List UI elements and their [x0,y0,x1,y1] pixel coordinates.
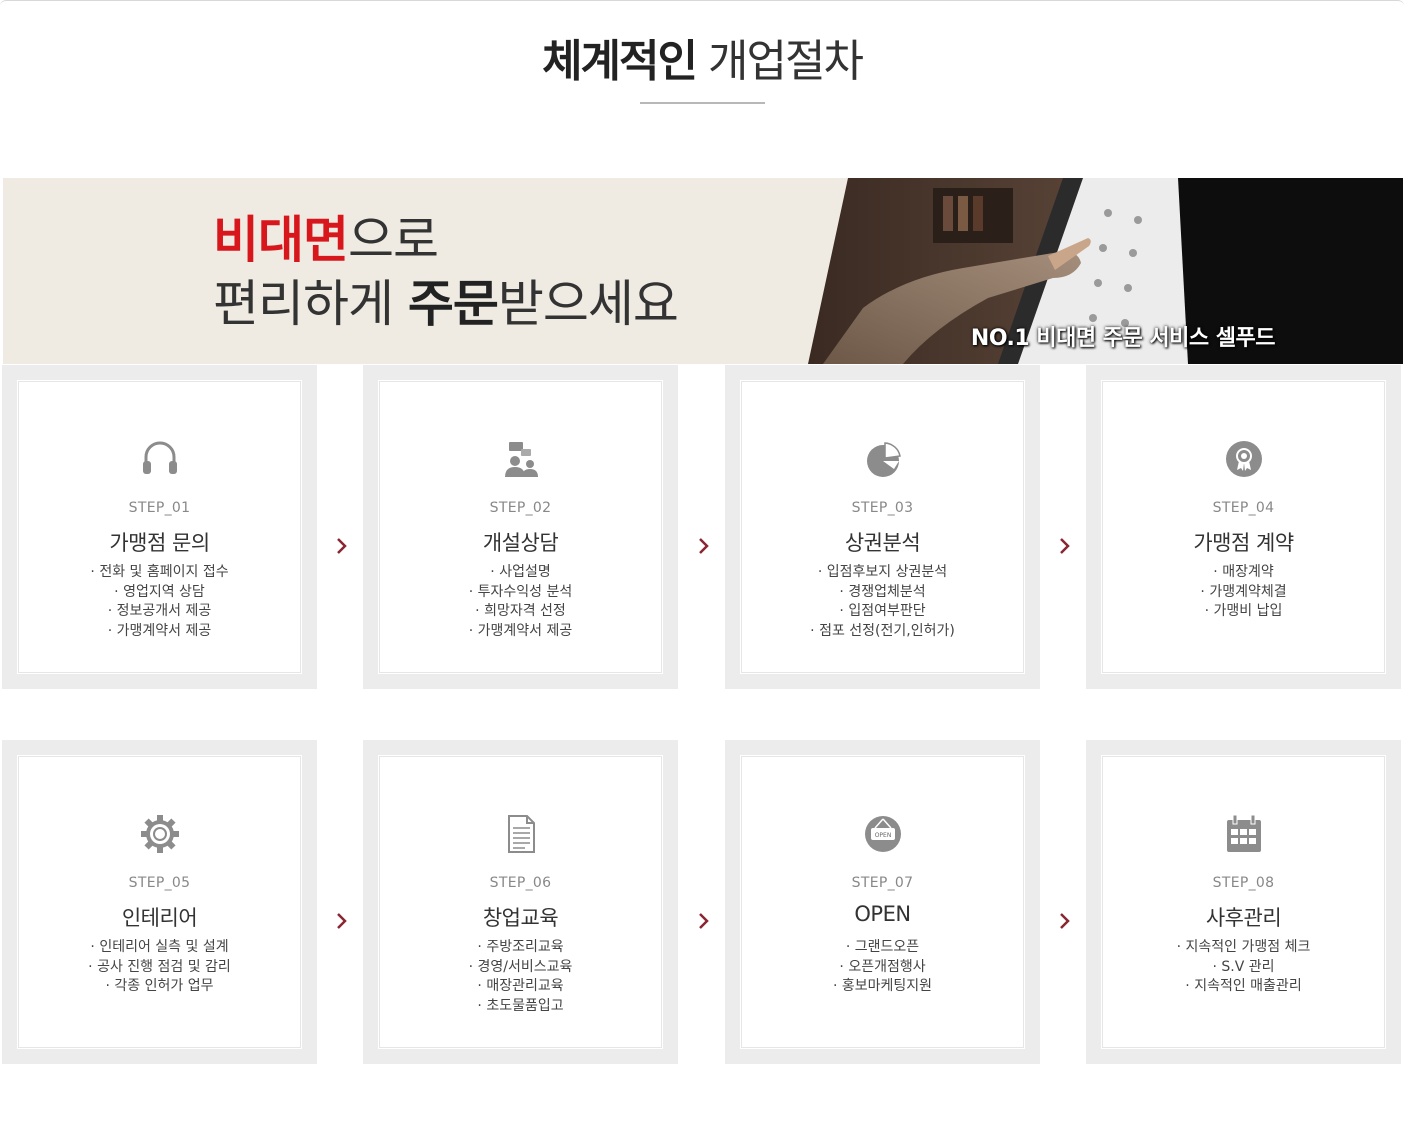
banner-line1-rest: 으로 [348,211,439,269]
step-title: 사후관리 [1205,906,1282,930]
promo-banner[interactable]: 비대면으로 편리하게 주문받으세요 NO.1 비대면 주문 서비스 셀푸드 [3,178,1403,364]
step-card-1: STEP_01 가맹점 문의전화 및 홈페이지 접수영업지역 상담정보공개서 제공… [2,365,317,689]
step-detail-item: 그랜드오픈 [742,938,1023,958]
banner-line2-a: 편리하게 [213,275,408,333]
chevron-right-icon [1059,912,1073,932]
calendar-icon [1224,814,1264,854]
step-details-list: 지속적인 가맹점 체크S.V 관리지속적인 매출관리 [1103,938,1384,997]
step-card-7: OPEN STEP_07 OPEN 그랜드오픈오픈개점행사홍보마케팅지원 [725,740,1040,1064]
chevron-right-icon [1059,537,1073,557]
step-card-5: STEP_05 인테리어인테리어 실측 및 설계공사 진행 점검 및 감리각종 인… [2,740,317,1064]
step-detail-item: 가맹비 납입 [1103,602,1384,622]
step-detail-item: 경쟁업체분석 [742,583,1023,603]
step-detail-item: 각종 인허가 업무 [19,977,300,997]
step-title: 상권분석 [844,531,921,555]
step-details-list: 인테리어 실측 및 설계공사 진행 점검 및 감리각종 인허가 업무 [19,938,300,997]
title-underline [640,102,765,104]
step-detail-item: 매장관리교육 [380,977,661,997]
pie-chart-icon [863,439,903,479]
open-sign-icon: OPEN [863,814,903,854]
step-card-2: STEP_02 개설상담사업설명투자수익성 분석희망자격 선정가맹계약서 제공 [363,365,678,689]
step-label: STEP_02 [489,500,552,516]
step-title: 인테리어 [121,906,198,930]
headphones-icon [140,439,180,479]
step-card-inner: STEP_01 가맹점 문의전화 및 홈페이지 접수영업지역 상담정보공개서 제공… [18,381,301,673]
step-detail-item: 정보공개서 제공 [19,602,300,622]
banner-line2-c: 받으세요 [497,275,679,333]
step-details-list: 주방조리교육경영/서비스교육매장관리교육초도물품입고 [380,938,661,1016]
step-title: OPEN [854,902,911,926]
step-title: 창업교육 [482,906,559,930]
banner-headline: 비대면으로 편리하게 주문받으세요 [213,208,679,336]
step-card-inner: STEP_02 개설상담사업설명투자수익성 분석희망자격 선정가맹계약서 제공 [379,381,662,673]
gear-icon [140,814,180,854]
step-card-3: STEP_03 상권분석입점후보지 상권분석경쟁업체분석입점여부판단점포 선정(전… [725,365,1040,689]
step-label: STEP_08 [1212,875,1275,891]
page-title: 체계적인 개업절차 [0,34,1404,90]
step-details-list: 전화 및 홈페이지 접수영업지역 상담정보공개서 제공가맹계약서 제공 [19,563,300,641]
step-title: 가맹점 문의 [109,531,210,555]
banner-line2-b: 주문 [407,275,499,333]
step-label: STEP_07 [851,875,914,891]
step-detail-item: 가맹계약서 제공 [380,622,661,642]
step-detail-item: 점포 선정(전기,인허가) [742,622,1023,642]
step-card-inner: OPEN STEP_07 OPEN 그랜드오픈오픈개점행사홍보마케팅지원 [741,756,1024,1048]
step-card-4: STEP_04 가맹점 계약매장계약가맹계약체결가맹비 납입 [1086,365,1401,689]
chevron-right-icon [698,912,712,932]
step-details-list: 입점후보지 상권분석경쟁업체분석입점여부판단점포 선정(전기,인허가) [742,563,1023,641]
step-detail-item: 초도물품입고 [380,997,661,1017]
chevron-right-icon [698,537,712,557]
step-card-inner: STEP_04 가맹점 계약매장계약가맹계약체결가맹비 납입 [1102,381,1385,673]
step-detail-item: 인테리어 실측 및 설계 [19,938,300,958]
consultation-icon [501,439,541,479]
step-card-inner: STEP_03 상권분석입점후보지 상권분석경쟁업체분석입점여부판단점포 선정(전… [741,381,1024,673]
step-card-6: STEP_06 창업교육주방조리교육경영/서비스교육매장관리교육초도물품입고 [363,740,678,1064]
step-detail-item: 지속적인 매출관리 [1103,977,1384,997]
step-card-inner: STEP_05 인테리어인테리어 실측 및 설계공사 진행 점검 및 감리각종 인… [18,756,301,1048]
step-detail-item: 공사 진행 점검 및 감리 [19,958,300,978]
step-detail-item: 사업설명 [380,563,661,583]
step-card-inner: STEP_08 사후관리지속적인 가맹점 체크S.V 관리지속적인 매출관리 [1102,756,1385,1048]
step-details-list: 매장계약가맹계약체결가맹비 납입 [1103,563,1384,622]
step-detail-item: 희망자격 선정 [380,602,661,622]
step-detail-item: 입점여부판단 [742,602,1023,622]
step-details-list: 그랜드오픈오픈개점행사홍보마케팅지원 [742,938,1023,997]
step-label: STEP_06 [489,875,552,891]
document-icon [501,814,541,854]
step-detail-item: 입점후보지 상권분석 [742,563,1023,583]
chevron-right-icon [336,537,350,557]
step-detail-item: 전화 및 홈페이지 접수 [19,563,300,583]
step-label: STEP_05 [128,875,191,891]
step-detail-item: 투자수익성 분석 [380,583,661,603]
step-detail-item: S.V 관리 [1103,958,1384,978]
step-detail-item: 영업지역 상담 [19,583,300,603]
page-title-bold: 체계적인 [542,36,698,87]
step-card-inner: STEP_06 창업교육주방조리교육경영/서비스교육매장관리교육초도물품입고 [379,756,662,1048]
step-title: 가맹점 계약 [1193,531,1294,555]
step-detail-item: 가맹계약체결 [1103,583,1384,603]
step-detail-item: 홍보마케팅지원 [742,977,1023,997]
step-detail-item: 경영/서비스교육 [380,958,661,978]
step-detail-item: 매장계약 [1103,563,1384,583]
step-title: 개설상담 [482,531,559,555]
page-title-light: 개업절차 [708,36,864,87]
step-detail-item: 지속적인 가맹점 체크 [1103,938,1384,958]
step-label: STEP_03 [851,500,914,516]
step-details-list: 사업설명투자수익성 분석희망자격 선정가맹계약서 제공 [380,563,661,641]
step-card-8: STEP_08 사후관리지속적인 가맹점 체크S.V 관리지속적인 매출관리 [1086,740,1401,1064]
chevron-right-icon [336,912,350,932]
step-label: STEP_01 [128,500,191,516]
open-sign-text: OPEN [874,832,891,839]
award-icon [1224,439,1264,479]
step-detail-item: 가맹계약서 제공 [19,622,300,642]
step-detail-item: 오픈개점행사 [742,958,1023,978]
banner-caption: NO.1 비대면 주문 서비스 셀푸드 [970,326,1276,351]
step-detail-item: 주방조리교육 [380,938,661,958]
step-label: STEP_04 [1212,500,1275,516]
banner-red-word: 비대면 [213,211,349,269]
